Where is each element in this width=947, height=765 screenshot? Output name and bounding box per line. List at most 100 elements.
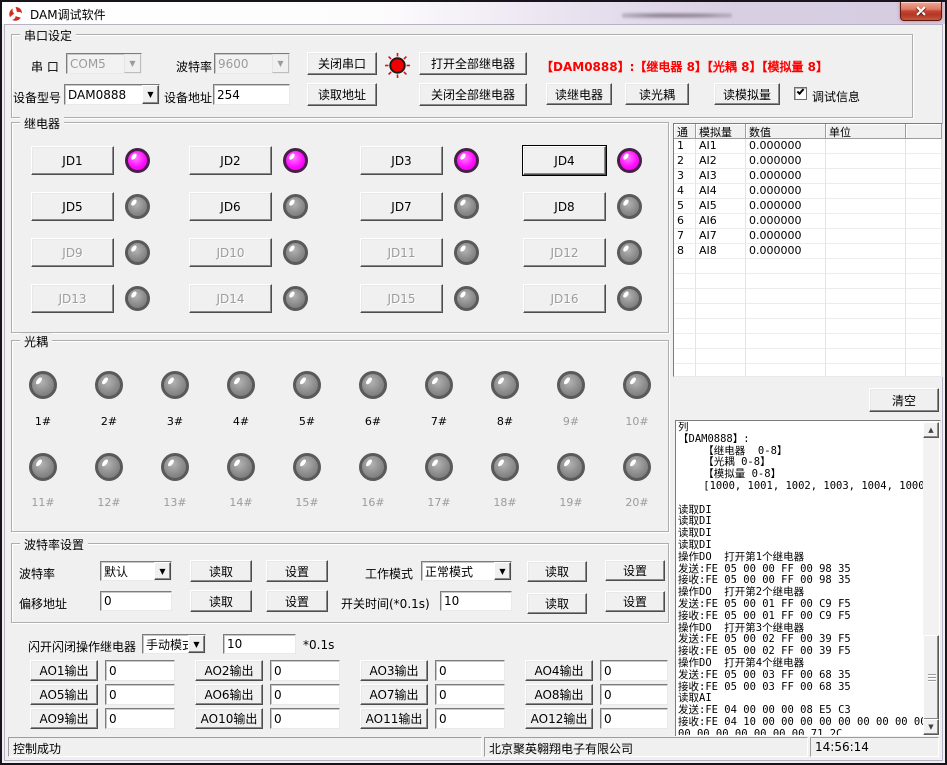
opto-lamp-4 [227,371,255,399]
relay-button-jd1[interactable]: JD1 [31,146,114,175]
ao3-input[interactable] [435,660,505,681]
scroll-down-icon[interactable]: ▼ [923,719,939,735]
relay-button-jd15: JD15 [360,284,443,313]
ao7-button[interactable]: AO7输出 [360,684,428,705]
offset-addr-input[interactable] [100,591,172,611]
addr-input[interactable] [213,84,290,105]
ao3-button[interactable]: AO3输出 [360,660,428,681]
switch-time-input[interactable] [440,591,512,611]
ao11-button[interactable]: AO11输出 [360,708,428,729]
flash-mode-value: 手动模式 [143,636,188,653]
ao4-button[interactable]: AO4输出 [525,660,593,681]
scroll-up-icon[interactable]: ▲ [923,422,939,438]
log-scrollbar[interactable]: ▲ ▼ [923,422,939,735]
switch-time-label: 开关时间(*0.1s) [341,595,430,612]
table-row-empty [674,349,942,364]
opto-lamp-9 [557,371,585,399]
relay-button-jd7[interactable]: JD7 [360,192,443,221]
table-row[interactable]: 6AI60.000000 [674,214,942,229]
relay-lamp-jd9 [125,240,150,265]
ao12-input[interactable] [600,708,668,729]
model-value: DAM0888 [65,88,142,102]
close-all-relays-button[interactable]: 关闭全部继电器 [419,83,527,106]
scrollbar-thumb[interactable] [923,635,939,720]
relay-lamp-jd11 [454,240,479,265]
work-mode-set-button[interactable]: 设置 [605,560,665,581]
offset-set-button[interactable]: 设置 [266,590,328,612]
ao6-input[interactable] [270,684,340,705]
ao9-button[interactable]: AO9输出 [30,708,98,729]
ao11-input[interactable] [435,708,505,729]
status-time: 14:56:14 [810,737,939,757]
table-row[interactable]: 4AI40.000000 [674,184,942,199]
ao9-input[interactable] [105,708,175,729]
ao8-button[interactable]: AO8输出 [525,684,593,705]
opto-label: 20# [621,496,653,509]
baud-setting-combo[interactable]: 默认 ▼ [100,561,172,581]
chevron-down-icon: ▼ [142,85,159,104]
opto-label: 17# [423,496,455,509]
opto-lamp-10 [623,371,651,399]
model-combo[interactable]: DAM0888 ▼ [64,84,160,105]
scrollbar-grip [928,674,936,682]
work-mode-read-button[interactable]: 读取 [527,561,587,582]
ao2-button[interactable]: AO2输出 [195,660,263,681]
debug-info-checkbox[interactable] [794,87,807,100]
titlebar[interactable]: DAM调试软件 [2,2,945,24]
read-addr-button[interactable]: 读取地址 [307,83,377,106]
relay-button-jd14: JD14 [189,284,272,313]
analog-table[interactable]: 通 模拟量 数值 单位 1AI10.000000 2AI20.000000 3A… [673,123,943,377]
relay-button-jd6[interactable]: JD6 [189,192,272,221]
flash-mode-combo[interactable]: 手动模式 ▼ [142,634,206,654]
flash-time-input[interactable] [223,634,296,654]
ao5-input[interactable] [105,684,175,705]
baud-set-button[interactable]: 设置 [266,560,328,582]
ao1-button[interactable]: AO1输出 [30,660,98,681]
log-panel[interactable]: 列 【DAM0888】: 【继电器 0-8】 【光耦 0-8】 【模拟量 0-8… [675,420,941,737]
relay-button-jd5[interactable]: JD5 [31,192,114,221]
ao4-input[interactable] [600,660,668,681]
offset-read-button[interactable]: 读取 [190,590,252,612]
relay-button-jd4[interactable]: JD4 [523,146,606,175]
clear-log-button[interactable]: 清空 [869,388,939,412]
table-row[interactable]: 7AI70.000000 [674,229,942,244]
read-relay-button[interactable]: 读继电器 [546,83,612,105]
relay-button-jd2[interactable]: JD2 [189,146,272,175]
serial-group-title: 串口设定 [20,27,76,44]
ao2-input[interactable] [270,660,340,681]
status-bar: 控制成功 北京聚英翱翔电子有限公司 14:56:14 [7,736,940,758]
close-button[interactable] [900,2,942,21]
relay-button-jd3[interactable]: JD3 [360,146,443,175]
switch-time-set-button[interactable]: 设置 [605,591,665,612]
ao8-input[interactable] [600,684,668,705]
ao7-input[interactable] [435,684,505,705]
table-row[interactable]: 8AI80.000000 [674,244,942,259]
ao5-button[interactable]: AO5输出 [30,684,98,705]
ao12-button[interactable]: AO12输出 [525,708,593,729]
work-mode-combo[interactable]: 正常模式 ▼ [421,561,512,581]
ao10-input[interactable] [270,708,340,729]
opto-lamp-11 [29,453,57,481]
opto-label: 12# [93,496,125,509]
ao6-button[interactable]: AO6输出 [195,684,263,705]
relay-lamp-jd16 [617,286,642,311]
table-row[interactable]: 5AI50.000000 [674,199,942,214]
read-opto-button[interactable]: 读光耦 [625,83,689,105]
close-port-button[interactable]: 关闭串口 [307,52,377,75]
table-row[interactable]: 2AI20.000000 [674,154,942,169]
switch-time-read-button[interactable]: 读取 [527,593,587,614]
relay-button-jd8[interactable]: JD8 [523,192,606,221]
open-all-relays-button[interactable]: 打开全部继电器 [419,52,527,75]
ao10-button[interactable]: AO10输出 [195,708,263,729]
table-row[interactable]: 3AI30.000000 [674,169,942,184]
baud-read-button[interactable]: 读取 [190,560,252,582]
ao1-input[interactable] [105,660,175,681]
opto-lamp-14 [227,453,255,481]
opto-lamp-7 [425,371,453,399]
work-mode-value: 正常模式 [422,563,494,580]
read-analog-button[interactable]: 读模拟量 [714,83,780,105]
table-row-empty [674,289,942,304]
opto-lamp-15 [293,453,321,481]
log-text[interactable]: 列 【DAM0888】: 【继电器 0-8】 【光耦 0-8】 【模拟量 0-8… [678,422,923,735]
table-row[interactable]: 1AI10.000000 [674,139,942,154]
